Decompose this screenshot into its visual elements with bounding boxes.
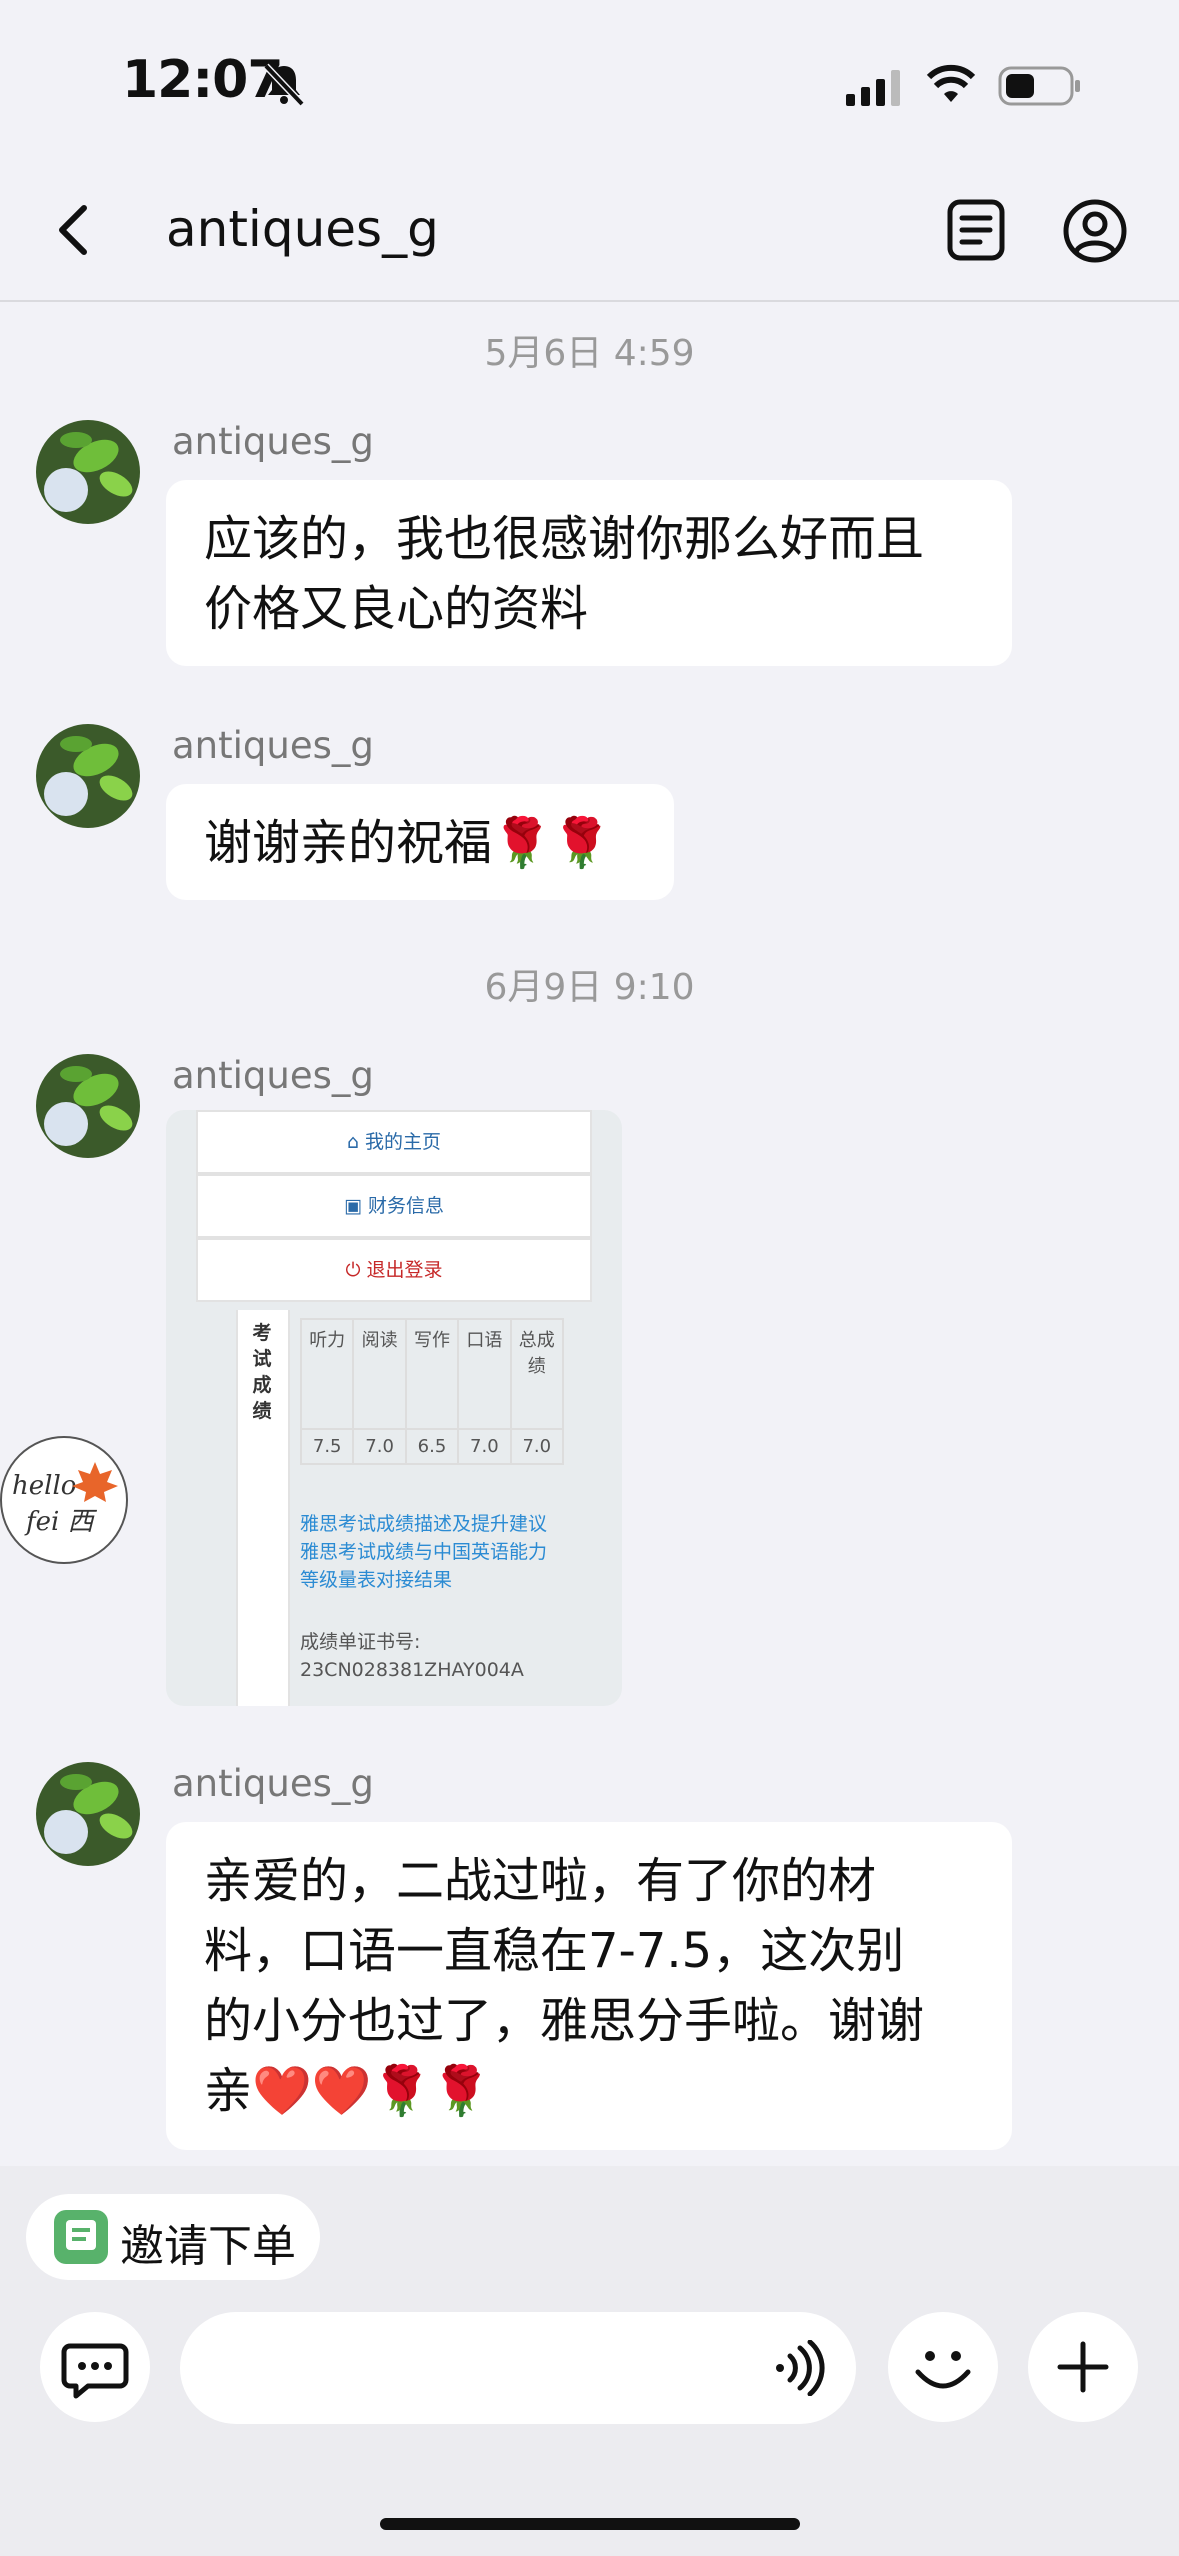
score-header: 阅读 xyxy=(352,1318,407,1430)
image-cert-label: 成绩单证书号: xyxy=(300,1631,421,1653)
score-value: 7.0 xyxy=(457,1428,512,1465)
message-bubble[interactable]: 应该的，我也很感谢你那么好而且 价格又良心的资料 xyxy=(166,480,1012,666)
message-timestamp: 5月6日 4:59 xyxy=(484,333,695,374)
message-text: 谢谢亲的祝福🌹🌹 xyxy=(204,815,612,871)
back-chevron-icon[interactable] xyxy=(50,200,98,260)
add-attachment-button[interactable] xyxy=(1028,2312,1138,2422)
score-header: 听力 xyxy=(299,1318,355,1430)
message-bubble[interactable]: 谢谢亲的祝福🌹🌹 xyxy=(166,784,674,900)
score-table: 听力 阅读 写作 口语 总成绩 7.5 7.0 6.5 7.0 7.0 xyxy=(299,1318,565,1465)
cellular-signal-icon xyxy=(846,70,900,106)
score-header: 写作 xyxy=(404,1318,460,1430)
message-text-line: 料，口语一直稳在7-7.5，这次别 xyxy=(204,1923,905,1979)
message-bubble[interactable]: 亲爱的，二战过啦，有了你的材 料，口语一直稳在7-7.5，这次别 的小分也过了，… xyxy=(166,1822,1012,2150)
profile-icon[interactable] xyxy=(1062,198,1128,264)
voice-wave-icon[interactable] xyxy=(770,2340,826,2396)
message-text-line: 价格又良心的资料 xyxy=(204,581,589,637)
score-value: 6.5 xyxy=(404,1428,460,1465)
avatar[interactable] xyxy=(36,1054,140,1158)
score-header: 总成绩 xyxy=(509,1318,565,1430)
sender-name: antiques_g xyxy=(172,724,374,767)
message-input[interactable] xyxy=(180,2312,856,2424)
image-link-cse-mapping-2: 等级量表对接结果 xyxy=(300,1569,453,1591)
message-text-line: 应该的，我也很感谢你那么好而且 xyxy=(204,511,925,567)
status-time: 12:07 xyxy=(122,50,284,110)
document-list-icon[interactable] xyxy=(946,198,1006,262)
message-text-line: 亲❤️❤️🌹🌹 xyxy=(204,2063,492,2119)
avatar[interactable] xyxy=(36,420,140,524)
chat-title: antiques_g xyxy=(166,200,439,258)
score-value: 7.0 xyxy=(509,1428,565,1465)
home-indicator xyxy=(380,2518,800,2530)
sender-name: antiques_g xyxy=(172,1054,374,1097)
image-cert-number: 23CN028381ZHAY004A xyxy=(300,1659,524,1681)
score-value: 7.5 xyxy=(299,1428,355,1465)
plus-icon xyxy=(1057,2341,1109,2393)
battery-icon xyxy=(998,66,1080,106)
image-side-label: 考试成绩 xyxy=(252,1322,272,1422)
image-menu-home: ⌂ 我的主页 xyxy=(196,1110,592,1174)
sender-name: antiques_g xyxy=(172,420,374,463)
image-menu-finance: ▣ 财务信息 xyxy=(196,1174,592,1238)
avatar[interactable] xyxy=(36,724,140,828)
score-screenshot-image[interactable]: ⌂ 我的主页 ▣ 财务信息 ⏻ 退出登录 考试成绩 听力 阅读 写作 口语 总成… xyxy=(166,1110,622,1706)
smiley-icon xyxy=(915,2351,971,2389)
image-menu-logout: ⏻ 退出登录 xyxy=(196,1238,592,1302)
score-value: 7.0 xyxy=(352,1428,407,1465)
bell-muted-icon xyxy=(263,63,305,107)
message-text-line: 的小分也过了，雅思分手啦。谢谢 xyxy=(204,1993,925,2049)
message-text-line: 亲爱的，二战过啦，有了你的材 xyxy=(204,1853,877,1909)
message-timestamp: 6月9日 9:10 xyxy=(484,967,695,1008)
maple-leaf-icon xyxy=(72,1462,118,1502)
chat-bubble-icon xyxy=(61,2343,129,2399)
avatar[interactable] xyxy=(36,1762,140,1866)
emoji-button[interactable] xyxy=(888,2312,998,2422)
image-link-score-description: 雅思考试成绩描述及提升建议 xyxy=(300,1513,548,1535)
quick-reply-button[interactable] xyxy=(40,2312,150,2422)
invite-order-label: 邀请下单 xyxy=(120,2221,296,2272)
invite-order-icon xyxy=(54,2210,108,2264)
wifi-icon xyxy=(926,64,976,102)
image-link-cse-mapping: 雅思考试成绩与中国英语能力 xyxy=(300,1541,548,1563)
score-header: 口语 xyxy=(457,1318,512,1430)
sender-name: antiques_g xyxy=(172,1762,374,1805)
